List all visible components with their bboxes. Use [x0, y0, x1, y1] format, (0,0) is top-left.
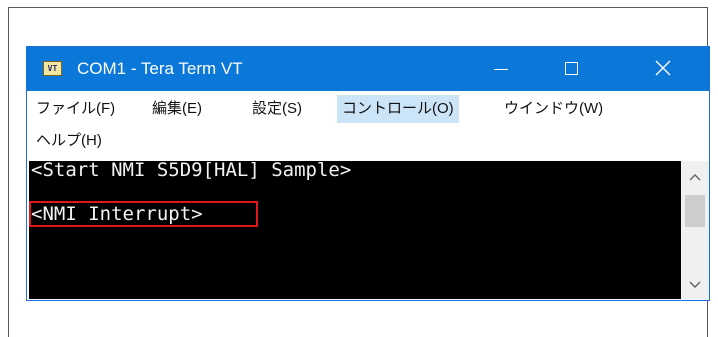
minimize-icon: [494, 69, 508, 70]
teraterm-app-icon[interactable]: VT: [43, 61, 62, 76]
menu-control[interactable]: コントロール(O): [337, 95, 459, 123]
menu-edit[interactable]: 編集(E): [147, 95, 207, 123]
maximize-icon: [565, 62, 578, 75]
terminal-screen[interactable]: <Start NMI S5D9[HAL] Sample> <NMI Interr…: [29, 159, 681, 299]
title-bar[interactable]: VT COM1 - Tera Term VT: [27, 47, 709, 91]
vertical-scrollbar[interactable]: [681, 161, 709, 299]
scroll-down-icon[interactable]: [689, 281, 701, 289]
teraterm-window: VT COM1 - Tera Term VT ファイル(F) 編集(E) 設定(…: [26, 46, 710, 301]
terminal-line-1: <Start NMI S5D9[HAL] Sample>: [31, 159, 352, 181]
menu-help[interactable]: ヘルプ(H): [31, 127, 107, 155]
menu-window[interactable]: ウインドウ(W): [499, 95, 608, 123]
highlight-box: [29, 201, 258, 227]
minimize-button[interactable]: [473, 47, 529, 91]
menu-file[interactable]: ファイル(F): [31, 95, 120, 123]
scroll-up-icon[interactable]: [689, 173, 701, 181]
menu-bar: ファイル(F) 編集(E) 設定(S) コントロール(O) ウインドウ(W) ヘ…: [27, 91, 709, 161]
scroll-thumb[interactable]: [685, 195, 705, 227]
close-button[interactable]: [635, 47, 691, 91]
maximize-button[interactable]: [543, 47, 599, 91]
close-icon: [655, 60, 671, 76]
menu-settings[interactable]: 設定(S): [247, 95, 307, 123]
window-title: COM1 - Tera Term VT: [77, 59, 243, 78]
